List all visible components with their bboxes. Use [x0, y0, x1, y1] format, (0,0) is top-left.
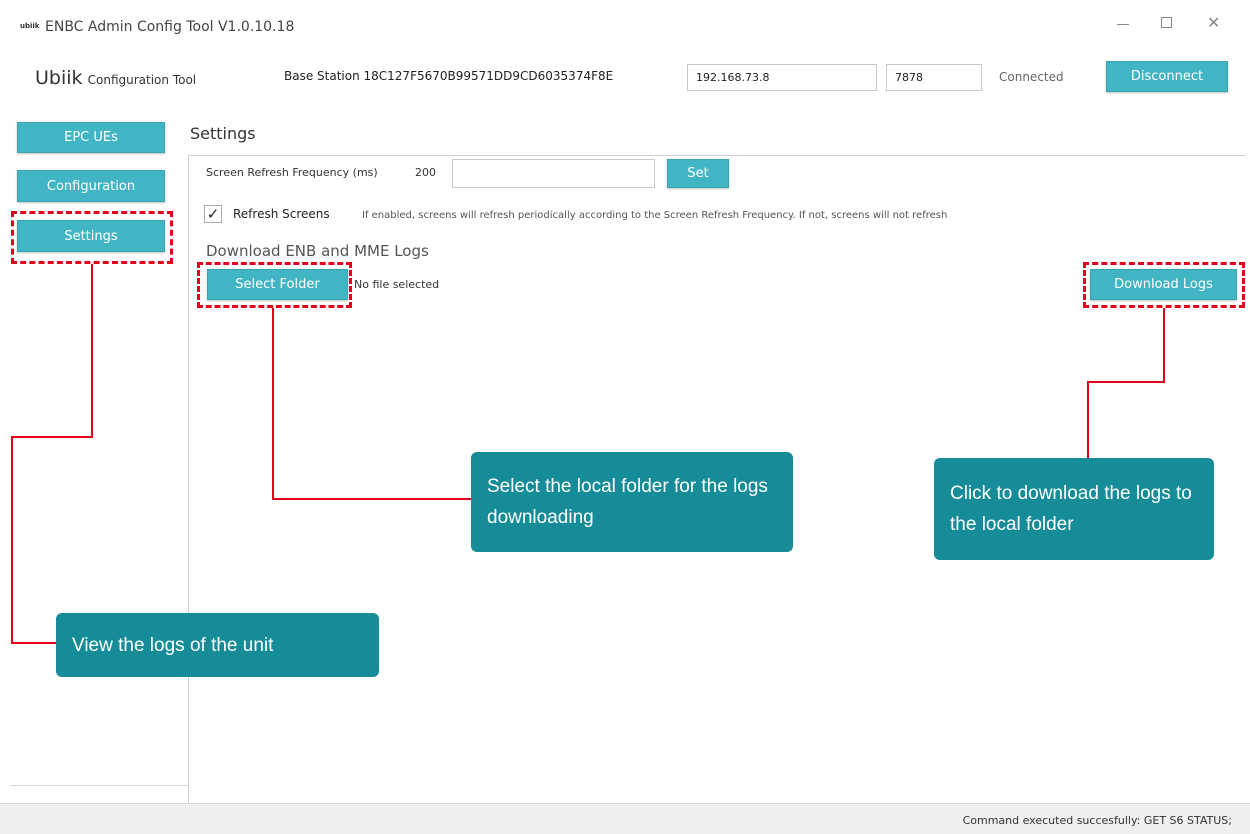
selected-folder-text: No file selected — [354, 278, 440, 291]
refresh-frequency-input[interactable] — [452, 159, 655, 188]
close-icon[interactable]: ✕ — [1207, 13, 1220, 32]
callout-view-logs: View the logs of the unit — [56, 613, 379, 677]
logs-heading: Download ENB and MME Logs — [206, 242, 429, 260]
disconnect-button[interactable]: Disconnect — [1106, 61, 1228, 92]
refresh-screens-description: If enabled, screens will refresh periodi… — [362, 210, 948, 221]
base-station-label: Base Station 18C127F5670B99571DD9CD60353… — [284, 69, 614, 83]
header: Ubiik Configuration Tool Base Station 18… — [0, 50, 1250, 108]
app-logo-icon: ubiik — [20, 22, 40, 30]
connector-settings — [11, 642, 56, 644]
sidebar-item-configuration[interactable]: Configuration — [17, 170, 165, 202]
brand-name: Ubiik — [35, 67, 83, 89]
highlight-select-folder — [197, 262, 352, 308]
maximize-icon[interactable] — [1161, 17, 1172, 28]
title-bar: ubiik ENBC Admin Config Tool V1.0.10.18 … — [0, 0, 1250, 50]
connector-settings — [11, 436, 13, 644]
window-title: ENBC Admin Config Tool V1.0.10.18 — [45, 19, 295, 35]
ip-address-field[interactable]: 192.168.73.8 — [687, 64, 877, 91]
connector-select-folder — [272, 498, 471, 500]
minimize-icon[interactable] — [1117, 24, 1129, 25]
status-bar: Command executed succesfully: GET S6 STA… — [0, 803, 1250, 834]
refresh-screens-checkbox[interactable]: ✓ — [204, 205, 222, 223]
callout-select-folder: Select the local folder for the logs dow… — [471, 452, 793, 552]
highlight-settings — [11, 211, 173, 264]
refresh-frequency-value: 200 — [415, 166, 436, 179]
callout-download-logs: Click to download the logs to the local … — [934, 458, 1214, 560]
connection-status: Connected — [999, 70, 1064, 84]
connector-download-logs — [1087, 381, 1165, 383]
page-title: Settings — [190, 124, 256, 143]
status-message: Command executed succesfully: GET S6 STA… — [962, 814, 1232, 827]
highlight-download-logs — [1083, 262, 1245, 308]
refresh-frequency-label: Screen Refresh Frequency (ms) — [206, 166, 378, 179]
connector-settings — [11, 436, 93, 438]
connector-download-logs — [1087, 381, 1089, 459]
brand-subtitle: Configuration Tool — [87, 73, 197, 87]
sidebar-divider — [10, 785, 188, 786]
sidebar-item-epc-ues[interactable]: EPC UEs — [17, 122, 165, 153]
connector-select-folder — [272, 308, 274, 500]
set-button[interactable]: Set — [667, 159, 729, 188]
port-field[interactable]: 7878 — [886, 64, 982, 91]
connector-settings — [91, 264, 93, 438]
refresh-screens-label: Refresh Screens — [233, 207, 330, 221]
connector-download-logs — [1163, 308, 1165, 383]
brand: Ubiik Configuration Tool — [35, 67, 196, 89]
